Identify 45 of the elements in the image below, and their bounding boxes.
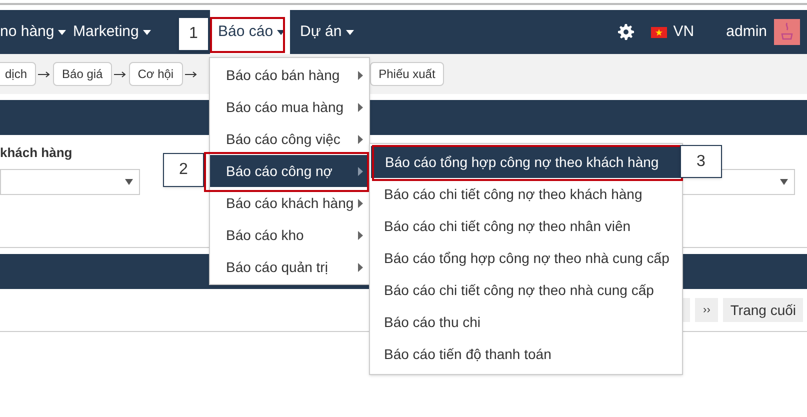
callout-label: 1 xyxy=(178,17,209,51)
menu-item[interactable]: Báo cáo mua hàng xyxy=(210,91,369,123)
menu-item[interactable]: Báo cáo khách hàng xyxy=(210,187,369,219)
menu-item[interactable]: Báo cáo tiến độ thanh toán xyxy=(370,338,682,370)
arrow-icon xyxy=(38,70,52,78)
nav-item[interactable]: Marketing xyxy=(73,10,165,54)
step-button[interactable]: Phiếu xuất xyxy=(370,62,444,86)
submenu-arrow-icon xyxy=(358,262,363,272)
menu-item[interactable]: Báo cáo bán hàng xyxy=(210,59,369,91)
callout-label: 2 xyxy=(163,153,204,187)
menu-item[interactable]: Báo cáo công nợ xyxy=(210,155,369,187)
dropdown-icon xyxy=(780,179,788,185)
arrow-icon xyxy=(114,70,127,78)
step-button[interactable]: Báo giá xyxy=(53,62,112,86)
avatar-icon[interactable] xyxy=(774,19,800,45)
step-button[interactable]: Cơ hội xyxy=(128,62,183,86)
page-button[interactable]: Trang cuối xyxy=(723,298,803,322)
menu-item[interactable]: Báo cáo tổng hợp công nợ theo khách hàng xyxy=(371,146,681,178)
language-label[interactable]: VN xyxy=(673,20,694,44)
menu-item[interactable]: Báo cáo tổng hợp công nợ theo nhà cung cấp xyxy=(370,242,682,274)
nav-item[interactable]: Dự án xyxy=(290,10,354,54)
page-button[interactable]: ›› xyxy=(695,298,718,322)
submenu-arrow-icon xyxy=(358,70,363,80)
submenu-arrow-icon xyxy=(358,102,363,112)
menu-item[interactable]: Báo cáo chi tiết công nợ theo nhà cung cấp xyxy=(370,274,682,306)
select-field[interactable] xyxy=(0,169,140,195)
nav-item[interactable]: no hàng xyxy=(0,10,73,54)
menu-item[interactable]: Báo cáo quản trị xyxy=(210,251,369,283)
submenu-arrow-icon xyxy=(358,230,363,240)
submenu-arrow-icon xyxy=(358,166,363,176)
user-name[interactable]: admin xyxy=(726,20,767,44)
menu-item[interactable]: Báo cáo thu chi xyxy=(370,306,682,338)
menu-item[interactable]: Báo cáo chi tiết công nợ theo khách hàng xyxy=(370,178,682,210)
menu-item[interactable]: Báo cáo công việc xyxy=(210,123,369,155)
flag-icon xyxy=(651,26,668,38)
step-button[interactable]: dịch xyxy=(0,62,36,86)
submenu-arrow-icon xyxy=(358,134,363,144)
submenu-arrow-icon xyxy=(358,198,363,208)
arrow-icon xyxy=(184,70,198,78)
menu-item[interactable]: Báo cáo chi tiết công nợ theo nhân viên xyxy=(370,210,682,242)
menu-item[interactable]: Báo cáo kho xyxy=(210,219,369,251)
callout-label: 3 xyxy=(680,145,722,178)
field-label: khách hàng xyxy=(0,144,72,162)
settings-icon[interactable] xyxy=(618,24,634,40)
dropdown-icon xyxy=(125,179,133,185)
